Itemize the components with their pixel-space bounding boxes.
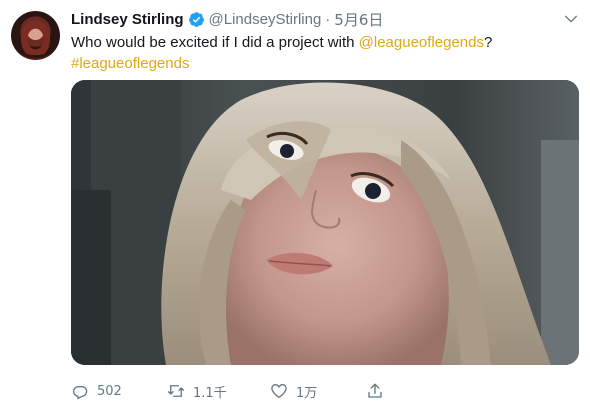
tweet-text-body: Who would be excited if I did a project … [71, 34, 359, 51]
avatar-hair-shape [17, 15, 54, 55]
tweet-card[interactable]: Lindsey Stirling @LindseyStirling · 5月6日… [0, 0, 590, 409]
reply-count: 502 [97, 383, 122, 399]
verified-badge-icon [188, 11, 204, 27]
tweet-text-end: ? [483, 34, 493, 51]
reply-button[interactable]: 502 [71, 378, 122, 404]
tweet-text: Who would be excited if I did a project … [71, 32, 581, 74]
reply-icon [72, 385, 88, 400]
tweet-photo[interactable] [71, 80, 579, 365]
tweet-header: Lindsey Stirling @LindseyStirling · 5月6日 [71, 9, 383, 29]
like-count: 1万 [296, 385, 318, 401]
author-name[interactable]: Lindsey Stirling [71, 11, 184, 28]
retweet-icon [167, 385, 185, 397]
hashtag-link[interactable]: #leagueoflegends [71, 55, 189, 72]
tweet-text-line-2: #leagueoflegends [71, 53, 581, 74]
retweet-button[interactable]: 1.1千 [167, 378, 227, 404]
separator-dot: · [325, 10, 331, 28]
share-button[interactable] [366, 378, 384, 404]
mention-link[interactable]: @leagueoflegends [359, 34, 484, 51]
selfie-photo [71, 80, 579, 365]
retweet-count: 1.1千 [193, 385, 227, 401]
tweet-text-line-1: Who would be excited if I did a project … [71, 32, 581, 53]
chevron-down-icon[interactable] [563, 11, 579, 27]
tweet-actions: 502 1.1千 1万 [71, 378, 581, 404]
share-icon [368, 383, 382, 398]
avatar[interactable] [11, 11, 60, 60]
tweet-date[interactable]: 5月6日 [334, 9, 383, 30]
author-handle[interactable]: @LindseyStirling [209, 11, 322, 28]
like-button[interactable]: 1万 [270, 378, 317, 404]
heart-icon [271, 384, 287, 399]
